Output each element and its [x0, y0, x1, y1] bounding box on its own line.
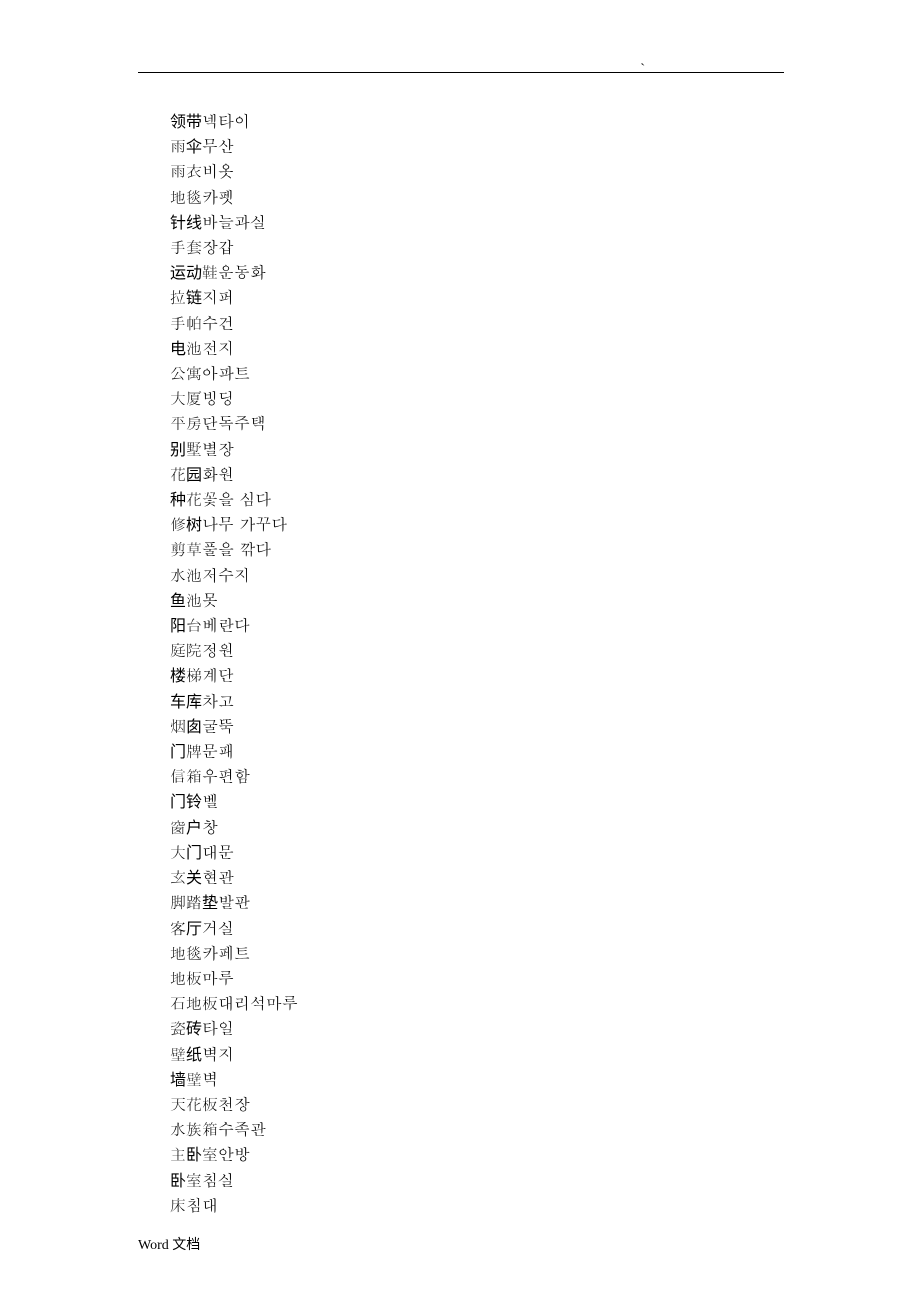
list-item: 天花板천장 — [170, 1091, 298, 1116]
list-item: 针线바늘과실 — [170, 209, 298, 234]
header-mark: ` — [640, 58, 648, 77]
list-item: 脚踏垫발판 — [170, 889, 298, 914]
footer-text: Word 文档 — [138, 1234, 200, 1254]
list-item: 瓷砖타일 — [170, 1015, 298, 1040]
list-item: 地毯카페트 — [170, 940, 298, 965]
list-item: 客厅거실 — [170, 915, 298, 940]
list-item: 电池전지 — [170, 335, 298, 360]
list-item: 门牌문패 — [170, 738, 298, 763]
list-item: 剪草풀을 깎다 — [170, 536, 298, 561]
list-item: 玄关현관 — [170, 864, 298, 889]
page: ` 领带넥타이 雨伞무산 雨衣비옷 地毯카펫 针线바늘과실 手套장갑 运动鞋운동… — [0, 0, 920, 1302]
list-item: 鱼池못 — [170, 587, 298, 612]
list-item: 地毯카펫 — [170, 184, 298, 209]
list-item: 窗户창 — [170, 814, 298, 839]
list-item: 大厦빙딩 — [170, 385, 298, 410]
list-item: 烟囱굴뚝 — [170, 713, 298, 738]
list-item: 大门대문 — [170, 839, 298, 864]
list-item: 手帕수건 — [170, 310, 298, 335]
list-item: 雨衣비옷 — [170, 158, 298, 183]
list-item: 楼梯계단 — [170, 662, 298, 687]
list-item: 墙壁벽 — [170, 1066, 298, 1091]
list-item: 运动鞋운동화 — [170, 259, 298, 284]
horizontal-rule — [138, 72, 784, 73]
list-item: 车库차고 — [170, 688, 298, 713]
list-item: 修树나무 가꾸다 — [170, 511, 298, 536]
list-item: 拉链지퍼 — [170, 284, 298, 309]
list-item: 卧室침실 — [170, 1167, 298, 1192]
list-item: 水池저수지 — [170, 562, 298, 587]
list-item: 雨伞무산 — [170, 133, 298, 158]
list-item: 公寓아파트 — [170, 360, 298, 385]
list-item: 手套장갑 — [170, 234, 298, 259]
list-item: 信箱우편함 — [170, 763, 298, 788]
list-item: 花园화원 — [170, 461, 298, 486]
list-item: 阳台베란다 — [170, 612, 298, 637]
list-item: 主卧室안방 — [170, 1141, 298, 1166]
vocab-list: 领带넥타이 雨伞무산 雨衣비옷 地毯카펫 针线바늘과실 手套장갑 运动鞋운동화 … — [170, 108, 298, 1217]
list-item: 平房단독주택 — [170, 410, 298, 435]
list-item: 壁纸벽지 — [170, 1041, 298, 1066]
list-item: 石地板대리석마루 — [170, 990, 298, 1015]
list-item: 别墅별장 — [170, 436, 298, 461]
list-item: 庭院정원 — [170, 637, 298, 662]
list-item: 种花꽃을 심다 — [170, 486, 298, 511]
list-item: 地板마루 — [170, 965, 298, 990]
list-item: 床침대 — [170, 1192, 298, 1217]
list-item: 领带넥타이 — [170, 108, 298, 133]
list-item: 水族箱수족관 — [170, 1116, 298, 1141]
list-item: 门铃벨 — [170, 788, 298, 813]
